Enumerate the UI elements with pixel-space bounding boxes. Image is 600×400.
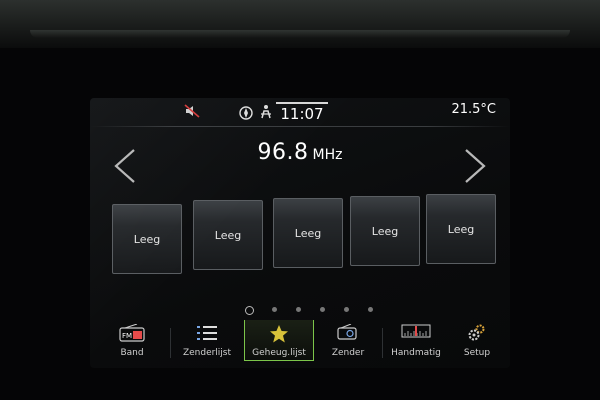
preset-button-4[interactable]: Leeg <box>350 196 420 266</box>
menu-band-label: Band <box>120 348 144 358</box>
menu-manual[interactable]: Handmatig <box>384 320 448 360</box>
next-station-button[interactable] <box>462 148 488 184</box>
preset-button-3[interactable]: Leeg <box>273 198 343 268</box>
page-indicator <box>240 304 380 316</box>
menu-separator <box>170 328 171 358</box>
mute-icon <box>184 104 200 118</box>
tuning-scale-icon <box>401 324 431 338</box>
preset-label: Leeg <box>133 233 161 246</box>
menu-separator <box>382 328 383 358</box>
menu-setup[interactable]: Setup <box>452 320 502 360</box>
status-divider <box>90 126 510 127</box>
preset-label: Leeg <box>447 223 475 236</box>
preset-grid: Leeg Leeg Leeg Leeg Leeg <box>90 190 510 280</box>
page-dot[interactable] <box>344 307 349 312</box>
list-icon <box>197 326 217 340</box>
frequency-unit: MHz <box>312 147 343 163</box>
menu-station[interactable]: Zender <box>316 320 380 360</box>
page-dot-active[interactable] <box>245 306 254 315</box>
frequency-value: 96.8 <box>257 140 309 165</box>
menu-station-list[interactable]: Zenderlijst <box>172 320 242 360</box>
page-dot[interactable] <box>320 307 325 312</box>
menu-station-list-label: Zenderlijst <box>182 348 232 358</box>
menu-band[interactable]: FM Band <box>98 320 166 360</box>
station-icon <box>337 324 357 340</box>
menu-favorites-label: Geheug.lijst <box>252 348 306 358</box>
preset-label: Leeg <box>371 225 399 238</box>
page-dot[interactable] <box>368 307 373 312</box>
menu-setup-label: Setup <box>463 348 491 358</box>
status-bar: 11:07 21.5°C <box>90 98 510 126</box>
preset-label: Leeg <box>294 227 322 240</box>
menu-favorites[interactable]: Geheug.lijst <box>244 320 314 361</box>
radio-icon: FM <box>119 324 145 342</box>
seat-icon <box>261 105 271 119</box>
preset-label: Leeg <box>214 229 242 242</box>
page-dot[interactable] <box>272 307 277 312</box>
bottom-menu: FM Band Zenderlijst Geheug.lijst Zender … <box>98 320 502 364</box>
page-dot[interactable] <box>296 307 301 312</box>
gear-icon <box>468 324 485 341</box>
clock: 11:07 <box>276 102 328 126</box>
band-icon-text: FM <box>122 332 132 340</box>
preset-button-5[interactable]: Leeg <box>426 194 496 264</box>
temperature: 21.5°C <box>451 102 496 117</box>
menu-manual-label: Handmatig <box>391 348 441 358</box>
frequency-display: 96.8 MHz <box>90 140 510 165</box>
compass-icon <box>239 106 253 120</box>
infotainment-screen: 11:07 21.5°C 96.8 MHz Leeg Leeg Leeg Leeg… <box>90 98 510 368</box>
preset-button-1[interactable]: Leeg <box>112 204 182 274</box>
dashboard-bezel <box>0 0 600 48</box>
menu-station-label: Zender <box>331 348 365 358</box>
star-icon <box>270 325 288 343</box>
preset-button-2[interactable]: Leeg <box>193 200 263 270</box>
